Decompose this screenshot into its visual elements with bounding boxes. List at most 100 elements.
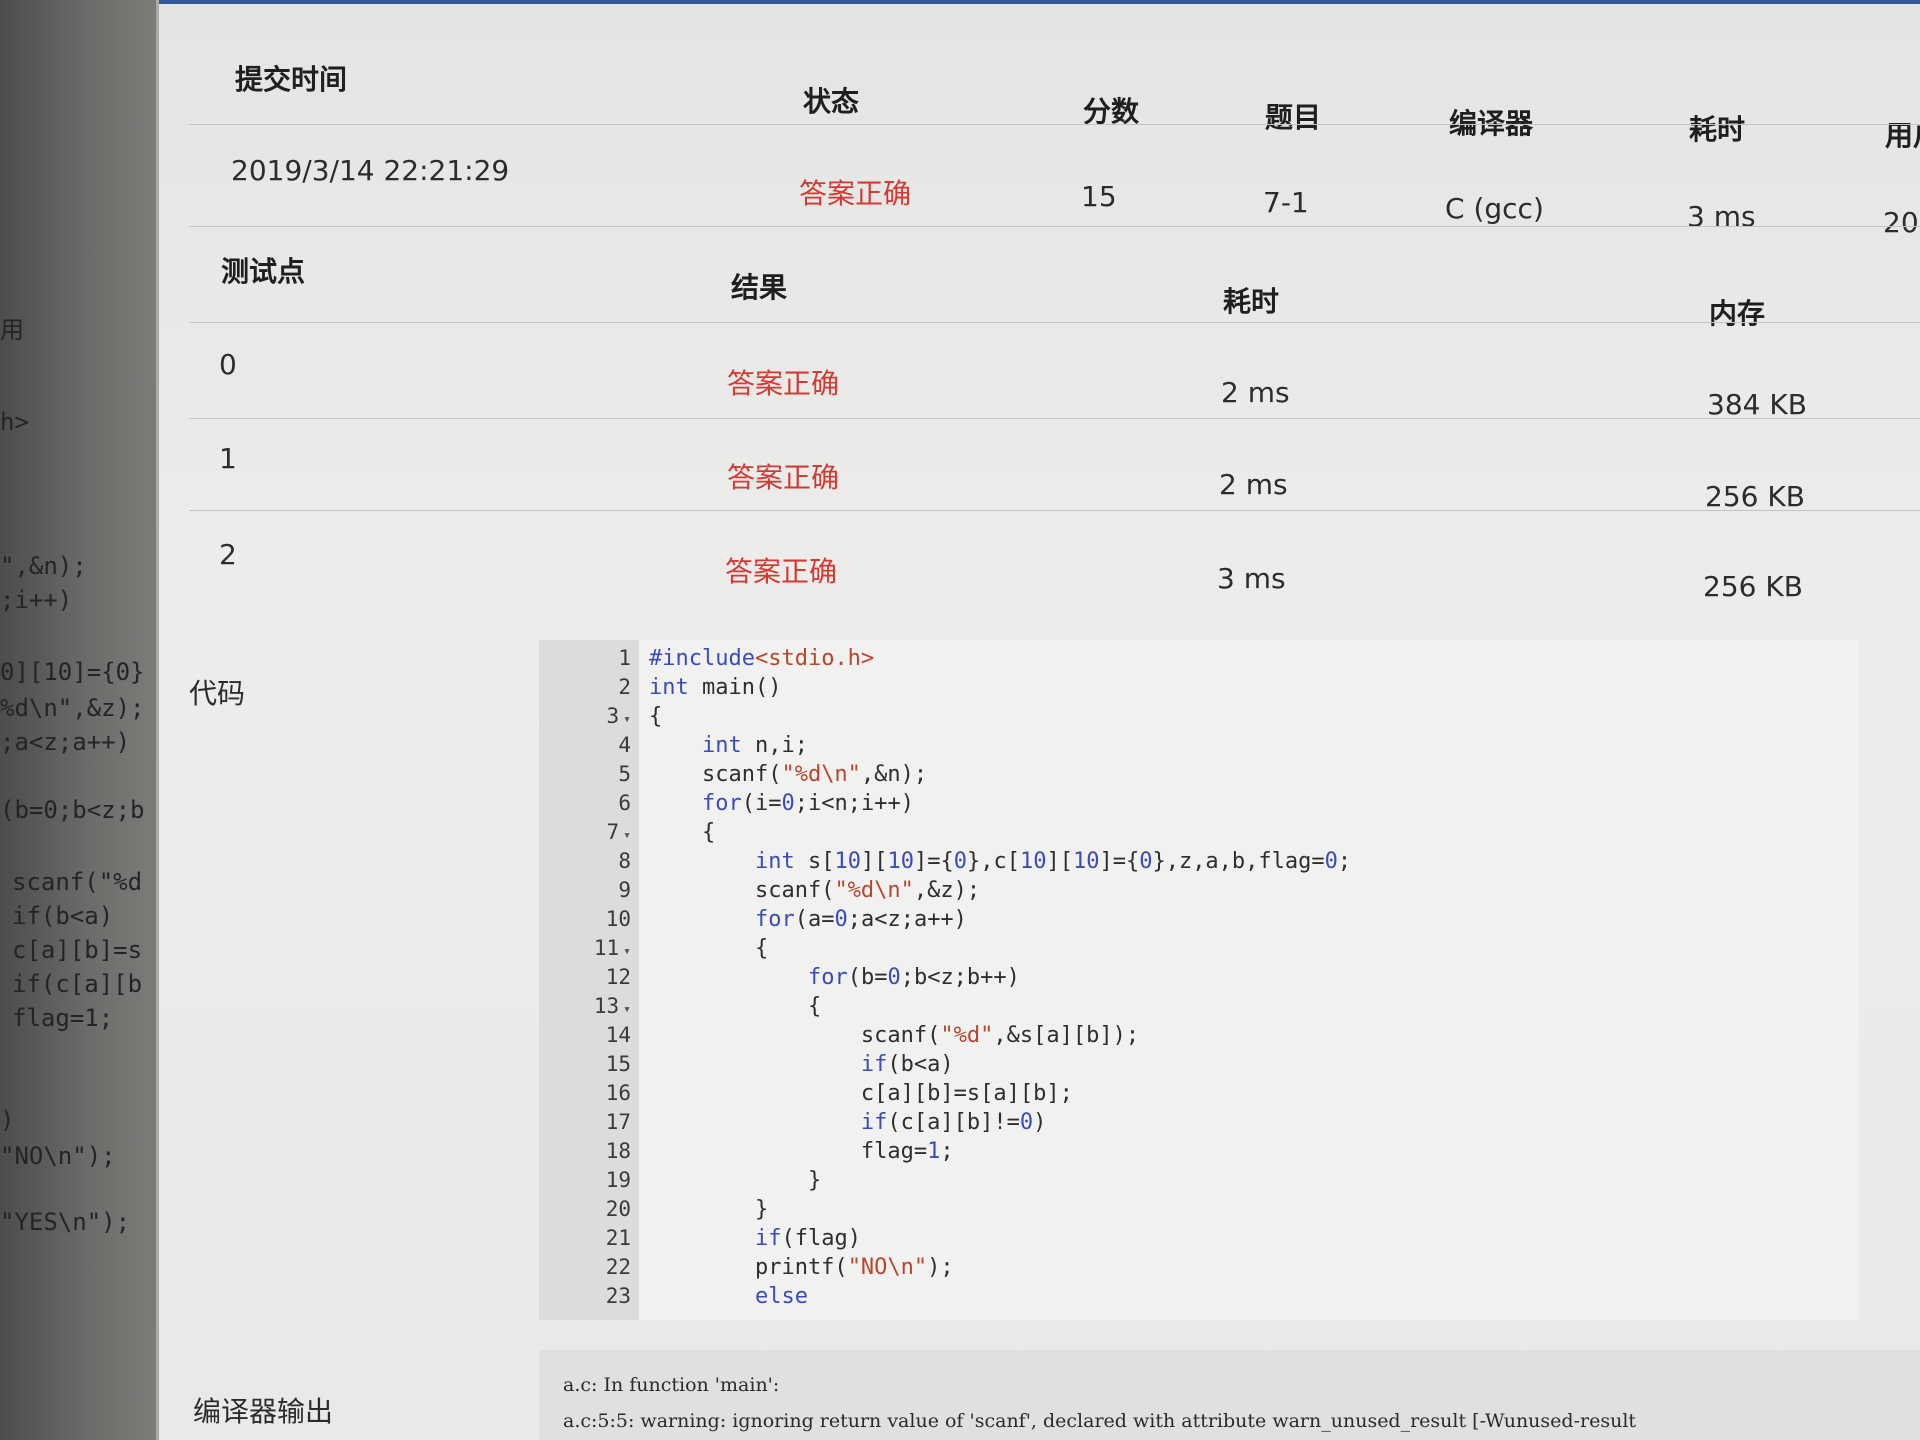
line-number: 6	[618, 791, 631, 815]
submission-compiler: C (gcc)	[1445, 192, 1544, 225]
testcase-id: 2	[219, 538, 237, 571]
header-user: 用户	[1885, 119, 1920, 152]
bg-code-line: %d\n",&z);	[0, 694, 145, 722]
testcase-time: 3 ms	[1217, 562, 1286, 595]
compiler-output-panel[interactable]: a.c: In function 'main': a.c:5:5: warnin…	[539, 1350, 1920, 1440]
code-line: scanf("%d\n",&n);	[649, 762, 928, 787]
testcase-result: 答案正确	[727, 367, 840, 400]
line-number: 18	[605, 1139, 631, 1163]
line-number: 1	[618, 646, 631, 670]
submission-problem-link[interactable]: 7-1	[1263, 186, 1309, 219]
submission-user: 20	[1883, 206, 1919, 239]
testcase-memory: 256 KB	[1705, 480, 1805, 513]
fold-arrow-icon[interactable]: ▾	[623, 1002, 631, 1017]
line-number: 22	[605, 1255, 631, 1279]
page-top-accent	[159, 0, 1920, 4]
code-line: {	[649, 994, 822, 1019]
code-line: scanf("%d",&s[a][b]);	[649, 1023, 1140, 1048]
testcase-result: 答案正确	[725, 555, 838, 588]
line-number: 4	[618, 733, 631, 757]
bg-code-line: 0][10]={0}	[0, 658, 145, 686]
code-line: printf("NO\n");	[649, 1255, 954, 1280]
fold-arrow-icon[interactable]: ▾	[623, 828, 631, 843]
code-line: if(flag)	[754, 1226, 861, 1251]
header-problem: 题目	[1265, 101, 1322, 134]
bg-code-line: if(b<a)	[12, 902, 114, 930]
table-divider	[189, 226, 1920, 227]
testcase-time: 2 ms	[1221, 376, 1290, 409]
code-line: c[a][b]=s[a][b];	[649, 1081, 1073, 1106]
table-divider	[189, 124, 1920, 125]
header-compiler: 编译器	[1449, 107, 1534, 140]
header-result: 结果	[731, 271, 788, 304]
bg-code-line: c[a][b]=s	[12, 936, 143, 964]
line-number: 19	[605, 1168, 631, 1192]
header-status: 状态	[803, 85, 860, 118]
line-number: 21	[605, 1226, 631, 1250]
code-line: int main()	[649, 675, 782, 700]
bg-code-line: flag=1;	[12, 1004, 114, 1032]
code-line: else	[754, 1284, 808, 1309]
compiler-output-label: 编译器输出	[193, 1395, 334, 1428]
fold-arrow-icon[interactable]: ▾	[623, 712, 631, 727]
code-viewer[interactable]: 1 2 3 ▾ 4 5 6 7 ▾ 8 9 10 11 ▾ 12 13 ▾ 14 15 …	[539, 640, 1859, 1320]
code-line: flag=1;	[649, 1139, 954, 1164]
bg-code-line: if(c[a][b	[12, 970, 143, 998]
testcase-time: 2 ms	[1219, 468, 1288, 501]
bg-code-line: ;a<z;a++)	[0, 728, 131, 756]
table-divider	[189, 510, 1920, 511]
line-number: 14	[605, 1023, 631, 1047]
line-number: 9	[618, 878, 631, 902]
line-number: 10	[605, 907, 631, 931]
code-line: }	[649, 1168, 822, 1193]
bg-code-line: 用	[0, 316, 24, 344]
line-number: 12	[605, 965, 631, 989]
code-line: }	[649, 1197, 769, 1222]
code-line: {	[649, 704, 663, 729]
code-line: if(c[a][b]!=0)	[860, 1110, 1047, 1135]
bg-code-line: )	[0, 1106, 15, 1134]
bg-code-line: h>	[0, 408, 29, 436]
line-number: 2	[618, 675, 631, 699]
line-number: 20	[605, 1197, 631, 1221]
table-divider	[189, 418, 1920, 419]
line-number: 16	[605, 1081, 631, 1105]
table-divider	[189, 322, 1920, 323]
testcase-id: 0	[219, 348, 237, 381]
background-editor-window: 用 h> ",&n); ;i++) 0][10]={0} %d\n",&z); …	[0, 0, 170, 1440]
compiler-output-line: a.c: In function 'main':	[563, 1374, 780, 1396]
code-section-label: 代码	[189, 677, 246, 710]
testcase-memory: 384 KB	[1707, 388, 1807, 421]
bg-code-line: "NO\n");	[0, 1142, 116, 1170]
submission-time: 2019/3/14 22:21:29	[231, 154, 510, 187]
code-line: int s[10][10]={0},c[10][10]={0},z,a,b,fl…	[754, 849, 1352, 874]
submission-duration: 3 ms	[1687, 200, 1756, 233]
code-line: scanf("%d\n",&z);	[649, 878, 981, 903]
code-line: {	[649, 820, 716, 845]
submission-status: 答案正确	[799, 177, 912, 210]
line-number: 17	[605, 1110, 631, 1134]
line-number: 11 ▾	[593, 936, 631, 960]
compiler-output-line: a.c:5:5: warning: ignoring return value …	[563, 1410, 1637, 1432]
bg-code-line: "YES\n");	[0, 1208, 131, 1236]
code-line: for(i=0;i<n;i++)	[701, 791, 914, 816]
bg-code-line: (b=0;b<z;b	[0, 796, 145, 824]
bg-code-line: ",&n);	[0, 552, 87, 580]
code-lines: #include<stdio.h> int main() { int n,i; …	[649, 640, 1839, 1320]
line-number: 15	[605, 1052, 631, 1076]
code-line: for(b=0;b<z;b++)	[807, 965, 1020, 990]
testcase-result: 答案正确	[727, 461, 840, 494]
fold-arrow-icon[interactable]: ▾	[623, 944, 631, 959]
line-number: 7 ▾	[606, 820, 631, 844]
line-number-gutter: 1 2 3 ▾ 4 5 6 7 ▾ 8 9 10 11 ▾ 12 13 ▾ 14 15 …	[539, 640, 639, 1320]
submission-result-page: 提交时间 状态 分数 题目 编译器 耗时 用户 2019/3/14 22:21:…	[156, 0, 1920, 1440]
testcase-id: 1	[219, 442, 237, 475]
bg-code-line: scanf("%d	[12, 868, 143, 896]
line-number: 13 ▾	[593, 994, 631, 1018]
code-line: int n,i;	[701, 733, 808, 758]
header-memory: 内存	[1709, 297, 1766, 330]
line-number: 5	[618, 762, 631, 786]
code-line: {	[649, 936, 769, 961]
header-submit-time: 提交时间	[235, 63, 348, 96]
bg-code-line: ;i++)	[0, 586, 73, 614]
